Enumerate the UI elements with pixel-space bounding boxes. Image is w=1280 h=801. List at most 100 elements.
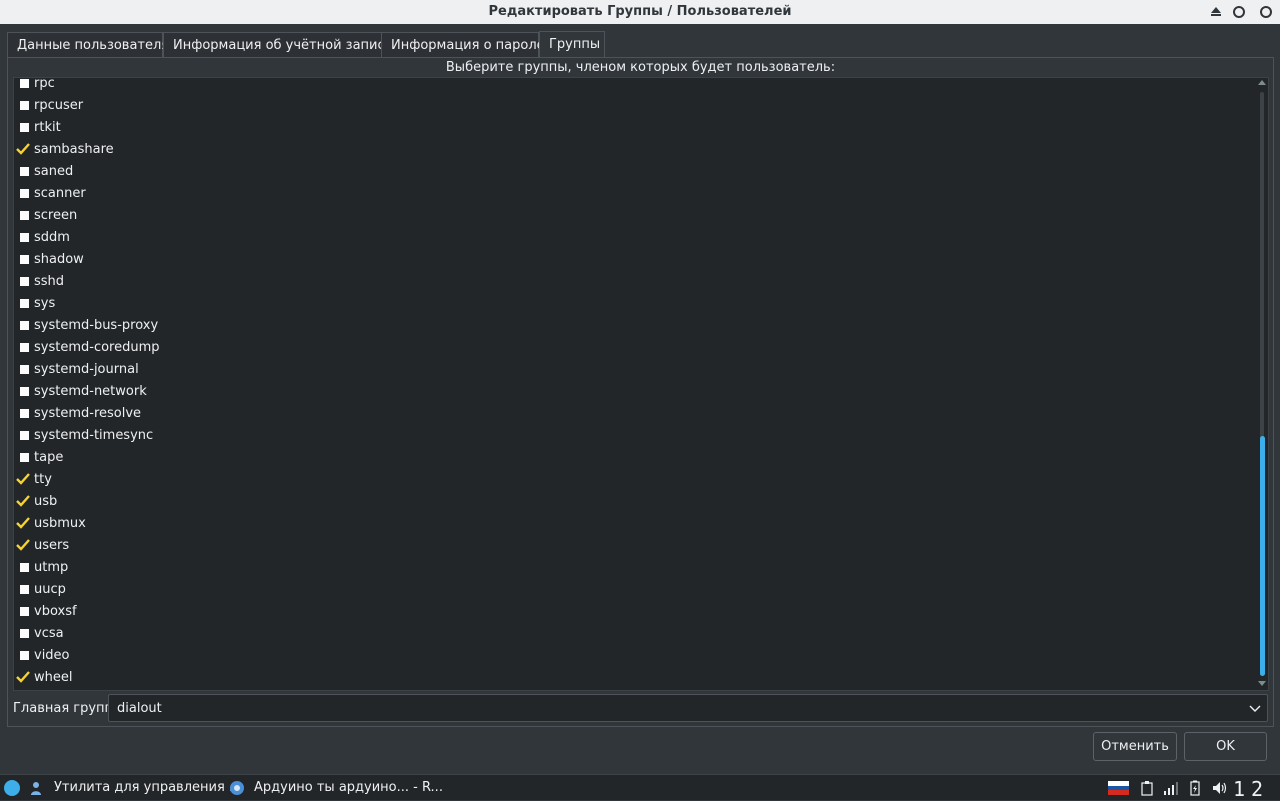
group-label: systemd-timesync [34, 428, 154, 443]
group-row[interactable]: sys [14, 293, 1250, 315]
group-checkbox[interactable] [20, 277, 29, 286]
group-row[interactable]: uucp [14, 579, 1250, 601]
group-row[interactable]: scanner [14, 183, 1250, 205]
checkmark-icon[interactable] [16, 538, 30, 552]
minimize-button[interactable] [1232, 4, 1248, 20]
cancel-button[interactable]: Отменить [1093, 732, 1177, 761]
group-checkbox[interactable] [20, 629, 29, 638]
maximize-button[interactable] [1259, 4, 1275, 20]
group-checkbox[interactable] [20, 585, 29, 594]
task-browser[interactable]: Ардуино ты ардуино... - R... [254, 780, 443, 795]
group-label: users [34, 538, 70, 553]
group-checkbox[interactable] [20, 189, 29, 198]
group-checkbox[interactable] [20, 233, 29, 242]
group-row[interactable]: vboxsf [14, 601, 1250, 623]
group-row[interactable]: shadow [14, 249, 1250, 271]
group-checkbox[interactable] [20, 563, 29, 572]
group-checkbox[interactable] [20, 343, 29, 352]
group-checkbox[interactable] [20, 409, 29, 418]
battery-icon[interactable] [1187, 780, 1203, 796]
group-checkbox[interactable] [20, 79, 29, 88]
group-checkbox[interactable] [20, 123, 29, 132]
group-row[interactable]: utmp [14, 557, 1250, 579]
group-row[interactable]: sambashare [14, 139, 1250, 161]
group-checkbox[interactable] [20, 607, 29, 616]
group-row[interactable]: screen [14, 205, 1250, 227]
group-row[interactable]: sshd [14, 271, 1250, 293]
group-label: video [34, 648, 70, 663]
tab-account-info[interactable]: Информация об учётной записи [163, 32, 393, 58]
group-row[interactable]: systemd-resolve [14, 403, 1250, 425]
group-checkbox[interactable] [20, 255, 29, 264]
network-signal-icon[interactable] [1163, 780, 1179, 796]
group-label: uucp [34, 582, 66, 597]
group-row[interactable]: systemd-journal [14, 359, 1250, 381]
group-checkbox[interactable] [20, 453, 29, 462]
checkmark-icon[interactable] [16, 472, 30, 486]
group-label: usb [34, 494, 58, 509]
task-user-manager[interactable]: Утилита для управления ... [54, 780, 241, 795]
group-label: scanner [34, 186, 86, 201]
taskbar: Утилита для управления ... Ардуино ты ар… [0, 774, 1280, 801]
group-label: utmp [34, 560, 69, 575]
group-row[interactable]: usbmux [14, 513, 1250, 535]
keep-above-button[interactable] [1208, 4, 1224, 20]
group-row[interactable]: users [14, 535, 1250, 557]
group-checkbox[interactable] [20, 387, 29, 396]
group-row[interactable]: rpc [14, 78, 1250, 95]
group-checkbox[interactable] [20, 101, 29, 110]
groups-list-scrollbar[interactable] [1256, 78, 1268, 690]
tab-groups[interactable]: Группы [539, 31, 605, 59]
primary-group-label: Главная группа [13, 701, 122, 716]
group-row[interactable]: systemd-timesync [14, 425, 1250, 447]
group-row[interactable]: sddm [14, 227, 1250, 249]
clock[interactable]: 12 [1233, 777, 1269, 801]
scroll-thumb[interactable] [1260, 436, 1265, 676]
group-checkbox[interactable] [20, 167, 29, 176]
group-checkbox[interactable] [20, 299, 29, 308]
group-row[interactable]: video [14, 645, 1250, 667]
group-row[interactable]: usb [14, 491, 1250, 513]
groups-prompt: Выберите группы, членом которых будет по… [445, 60, 836, 75]
app-launcher-icon[interactable] [4, 780, 20, 796]
clipboard-icon[interactable] [1139, 780, 1155, 796]
group-row[interactable]: tty [14, 469, 1250, 491]
group-checkbox[interactable] [20, 211, 29, 220]
group-label: tape [34, 450, 64, 465]
checkmark-icon[interactable] [16, 670, 30, 684]
ok-button[interactable]: OK [1184, 732, 1267, 761]
group-row[interactable]: vcsa [14, 623, 1250, 645]
group-checkbox[interactable] [20, 651, 29, 660]
group-row[interactable]: systemd-coredump [14, 337, 1250, 359]
checkmark-icon[interactable] [16, 516, 30, 530]
scroll-up-icon[interactable] [1258, 80, 1266, 85]
group-checkbox[interactable] [20, 321, 29, 330]
scroll-down-icon[interactable] [1258, 681, 1266, 686]
group-row[interactable]: saned [14, 161, 1250, 183]
group-label: vcsa [34, 626, 64, 641]
keyboard-layout-flag-icon[interactable] [1108, 781, 1129, 795]
tab-user-data[interactable]: Данные пользователя [7, 32, 169, 58]
primary-group-select[interactable]: dialout [108, 694, 1268, 722]
group-checkbox[interactable] [20, 431, 29, 440]
volume-icon[interactable] [1211, 780, 1227, 796]
group-row[interactable]: tape [14, 447, 1250, 469]
group-row[interactable]: rpcuser [14, 95, 1250, 117]
group-row[interactable]: wheel [14, 667, 1250, 689]
tab-password-info[interactable]: Информация о пароле [381, 32, 545, 58]
minimize-icon [1233, 6, 1245, 18]
group-row[interactable]: systemd-network [14, 381, 1250, 403]
user-manager-task-icon[interactable] [28, 780, 44, 796]
group-checkbox[interactable] [20, 365, 29, 374]
group-label: wheel [34, 670, 73, 685]
checkmark-icon[interactable] [16, 142, 30, 156]
group-label: screen [34, 208, 78, 223]
group-row[interactable]: rtkit [14, 117, 1250, 139]
browser-task-icon[interactable] [229, 780, 245, 796]
group-label: systemd-network [34, 384, 147, 399]
groups-list[interactable]: rpc rpcuser rtkit sambashare saned scanner scr… [13, 77, 1269, 691]
group-label: rtkit [34, 120, 61, 135]
group-row[interactable]: systemd-bus-proxy [14, 315, 1250, 337]
primary-group-value: dialout [117, 701, 162, 716]
checkmark-icon[interactable] [16, 494, 30, 508]
